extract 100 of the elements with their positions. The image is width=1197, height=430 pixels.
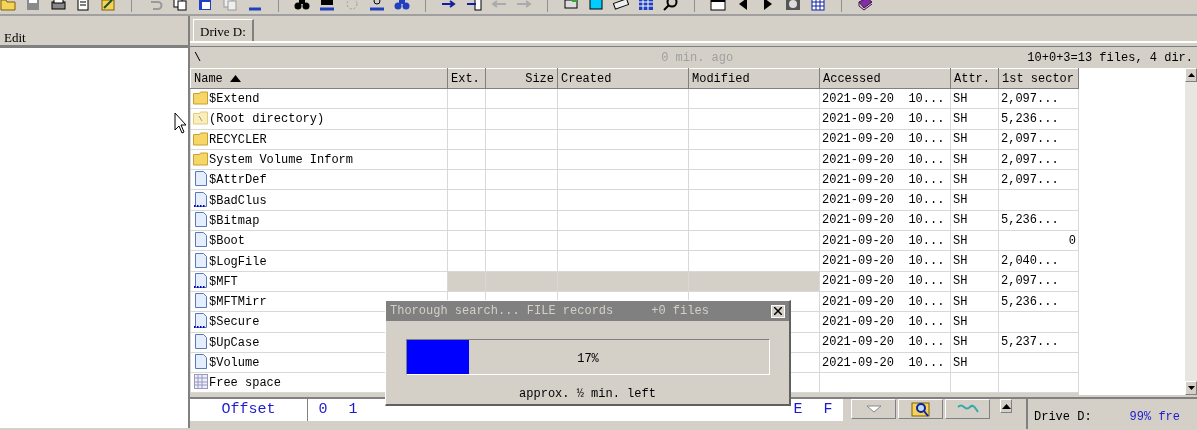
tab[interactable]: Drive D: (193, 19, 254, 41)
attribute-cell: SH (950, 352, 999, 373)
file-icon (193, 170, 209, 188)
accessed-cell: 2021-09-20 10... (819, 352, 951, 373)
table-icon[interactable] (810, 0, 826, 12)
column-header[interactable]: Name (190, 68, 448, 89)
attribute-cell: SH (950, 129, 999, 150)
pencil-icon[interactable] (100, 0, 116, 12)
folder-icon (193, 89, 209, 107)
accessed-cell: 2021-09-20 10... (819, 311, 951, 333)
accessed-cell: 2021-09-20 10... (819, 88, 951, 109)
file-name-cell[interactable]: $LogFile (190, 250, 448, 272)
file-name-cell[interactable]: (Root directory) (190, 108, 448, 130)
search-button[interactable] (898, 399, 943, 419)
printer-icon[interactable] (50, 0, 66, 12)
attribute-cell: SH (950, 149, 999, 170)
attribute-cell: SH (950, 271, 999, 292)
grid-icon (193, 373, 209, 391)
memory-icon[interactable] (613, 0, 629, 12)
wave-icon (956, 404, 979, 414)
attribute-cell: SH (950, 88, 999, 109)
file-icon (193, 190, 209, 208)
attribute-cell: SH (950, 291, 999, 312)
free-space-text: 99% fre (1129, 409, 1181, 426)
folder-icon (193, 109, 209, 127)
file-name-cell[interactable]: $MFT (190, 271, 448, 292)
scrollbar[interactable] (1185, 68, 1197, 395)
up-arrow-icon (1001, 403, 1011, 409)
file-icon (193, 231, 209, 249)
paste-icon[interactable] (197, 0, 213, 12)
attribute-cell: SH (950, 250, 999, 272)
time-remaining: approx. ½ min. left (519, 387, 656, 401)
accessed-cell: 2021-09-20 10... (819, 291, 951, 312)
column-header[interactable]: Size (485, 68, 558, 89)
file-icon (193, 332, 209, 350)
search-icon[interactable] (663, 0, 679, 12)
sector-cell: 0 (998, 230, 1079, 251)
hex-column-header: E (792, 400, 804, 420)
file-name-cell[interactable]: RECYCLER (190, 129, 448, 150)
file-icon (193, 353, 209, 370)
file-icon (193, 312, 209, 330)
grid-icon[interactable] (638, 0, 654, 12)
file-icon (193, 210, 209, 228)
accessed-cell: 2021-09-20 10... (819, 250, 951, 272)
attribute-cell: SH (950, 108, 999, 130)
progress-percent: 17% (577, 352, 599, 366)
wave-button[interactable] (945, 399, 990, 419)
sector-cell: 5,236... (998, 108, 1079, 130)
sector-cell: 2,097... (998, 169, 1079, 190)
folder-icon (193, 129, 209, 147)
down-arrow-icon (1187, 386, 1195, 390)
file-summary: 10+0+3=13 files, 4 dir. (1027, 49, 1193, 67)
attribute-cell: SH (950, 311, 999, 333)
column-header[interactable]: Created (557, 68, 689, 89)
column-header[interactable]: Modified (688, 68, 820, 89)
file-name-cell[interactable]: System Volume Inform (190, 149, 448, 170)
accessed-cell: 2021-09-20 10... (819, 210, 951, 231)
path-text: \ (194, 49, 202, 67)
offset-header: Offset (190, 399, 308, 421)
column-header[interactable]: 1st sector (998, 68, 1079, 89)
accessed-cell: 2021-09-20 10... (819, 190, 951, 211)
up-arrow-icon (1187, 73, 1195, 77)
sector-cell: 2,097... (998, 129, 1079, 150)
hex-column-header: 0 (317, 400, 329, 420)
caret-icon (865, 405, 882, 413)
book-icon[interactable] (857, 0, 873, 12)
close-button[interactable] (771, 304, 785, 318)
file-name-cell[interactable]: $BadClus (190, 190, 448, 211)
dropdown-button[interactable] (851, 399, 896, 419)
arrow-icon[interactable] (466, 0, 482, 12)
magnifier-icon (910, 400, 931, 418)
binoculars-icon[interactable] (294, 0, 310, 12)
folder-icon (193, 150, 209, 168)
save-icon[interactable] (25, 0, 41, 12)
file-name-cell[interactable]: $Extend (190, 88, 448, 109)
scroll-up-button[interactable] (1000, 399, 1012, 413)
column-header[interactable]: Ext. (447, 68, 486, 89)
file-icon (193, 251, 209, 269)
hex-column-header: 1 (347, 400, 359, 420)
attribute-cell: SH (950, 210, 999, 231)
file-icon (193, 271, 209, 289)
accessed-cell: 2021-09-20 10... (819, 108, 951, 130)
file-name-cell[interactable]: $Bitmap (190, 210, 448, 231)
accessed-cell: 2021-09-20 10... (819, 169, 951, 190)
copy-icon[interactable] (172, 0, 188, 12)
folder-icon[interactable] (0, 0, 16, 12)
file-name-cell[interactable]: $Boot (190, 230, 448, 251)
file-name-cell[interactable]: $AttrDef (190, 169, 448, 190)
sector-cell: 2,097... (998, 149, 1079, 170)
column-header[interactable]: Attr. (950, 68, 999, 89)
accessed-cell: 2021-09-20 10... (819, 332, 951, 353)
sector-cell: 5,237... (998, 332, 1079, 353)
sector-cell: 2,097... (998, 271, 1079, 292)
document-icon[interactable] (75, 0, 91, 12)
hex-column-header: F (822, 400, 834, 420)
file-icon (193, 292, 209, 310)
accessed-cell: 2021-09-20 10... (819, 271, 951, 292)
attribute-cell: SH (950, 332, 999, 353)
attribute-cell: SH (950, 190, 999, 211)
column-header[interactable]: Accessed (819, 68, 951, 89)
